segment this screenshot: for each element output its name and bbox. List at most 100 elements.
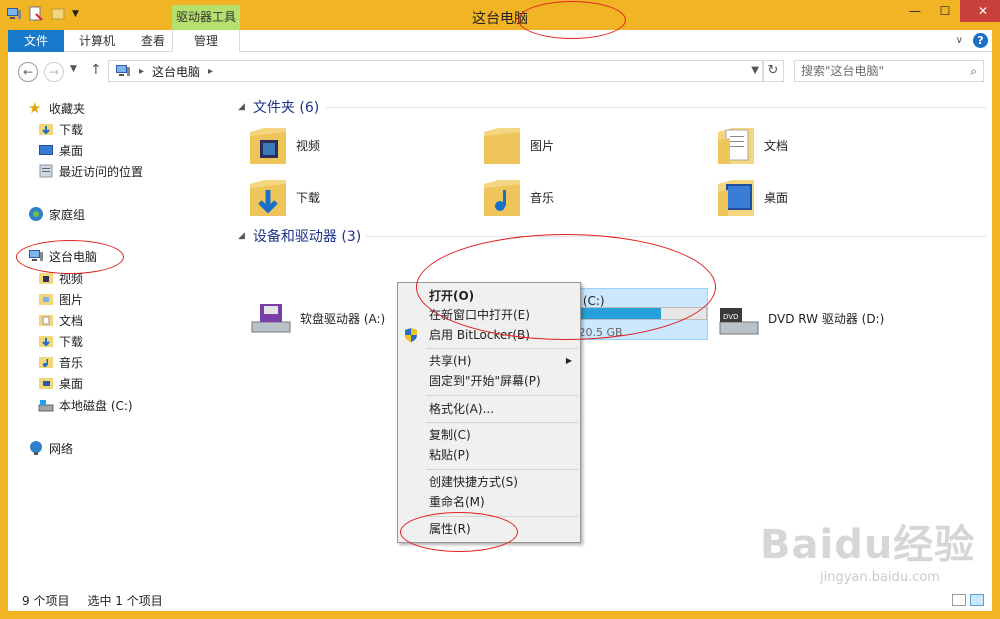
nav-pc-videos[interactable]: 视频: [38, 268, 83, 288]
nav-fav-recent[interactable]: 最近访问的位置: [38, 161, 143, 181]
nav-pc-downloads[interactable]: 下载: [38, 331, 83, 351]
menu-share[interactable]: 共享(H) ▶: [398, 351, 580, 371]
music-folder-icon: [39, 357, 53, 368]
expand-ribbon-chevron-icon[interactable]: ∨: [956, 35, 963, 46]
address-bar[interactable]: ▸ 这台电脑 ▸ ▼: [108, 60, 764, 82]
nav-this-pc[interactable]: 这台电脑: [28, 246, 97, 266]
menu-separator: [426, 422, 578, 423]
nav-network[interactable]: 网络: [28, 438, 73, 458]
folder-videos[interactable]: 视频: [248, 120, 320, 170]
folder-downloads-label: 下载: [296, 190, 321, 205]
drive-d[interactable]: DVD DVD RW 驱动器 (D:): [716, 298, 884, 338]
close-button[interactable]: ✕: [960, 0, 1000, 22]
menu-bitlocker-label: 启用 BitLocker(B): [429, 328, 530, 342]
nav-pc-local-disk[interactable]: 本地磁盘 (C:): [38, 395, 133, 415]
ribbon-right: ∨ ?: [956, 33, 988, 48]
folder-music[interactable]: 音乐: [482, 172, 554, 222]
nav-network-label: 网络: [49, 441, 74, 456]
uac-shield-icon: [405, 328, 417, 342]
computer-icon: [29, 250, 43, 261]
watermark-url: jingyan.baidu.com: [820, 570, 940, 585]
menu-pin-start[interactable]: 固定到"开始"屏幕(P): [398, 371, 580, 391]
nav-homegroup[interactable]: 家庭组: [28, 204, 85, 224]
submenu-arrow-icon: ▶: [565, 356, 572, 365]
up-arrow-icon[interactable]: ↑: [90, 62, 102, 78]
refresh-button[interactable]: ↻: [762, 60, 784, 82]
nav-pc-local-disk-label: 本地磁盘 (C:): [59, 398, 133, 413]
item-count: 9 个项目: [22, 594, 70, 608]
menu-open-new-window[interactable]: 在新窗口中打开(E): [398, 305, 580, 325]
collapse-triangle-icon[interactable]: ◢: [238, 231, 245, 241]
breadcrumb-separator-icon: ▸: [139, 65, 145, 77]
downloads-folder-icon: [250, 180, 286, 216]
nav-pc-documents-label: 文档: [59, 313, 84, 328]
help-icon[interactable]: ?: [973, 33, 988, 48]
nav-homegroup-label: 家庭组: [49, 207, 86, 222]
nav-pc-desktop[interactable]: 桌面: [38, 373, 83, 393]
star-icon: ★: [28, 99, 42, 117]
tab-file[interactable]: 文件: [8, 30, 64, 52]
nav-fav-desktop-label: 桌面: [59, 143, 84, 158]
tab-view[interactable]: 查看: [128, 30, 178, 52]
folder-pictures[interactable]: 图片: [482, 120, 554, 170]
menu-format[interactable]: 格式化(A)...: [398, 399, 580, 419]
group-divider: [366, 236, 986, 237]
pictures-folder-icon: [39, 294, 53, 305]
folders-group-header[interactable]: ◢ 文件夹 (6): [238, 98, 319, 116]
nav-pc-pictures[interactable]: 图片: [38, 289, 83, 309]
homegroup-icon: [29, 207, 43, 221]
folder-desktop-label: 桌面: [764, 190, 789, 205]
selected-count: 选中 1 个项目: [87, 594, 163, 608]
tab-manage[interactable]: 管理: [172, 30, 240, 52]
folders-group-title: 文件夹 (6): [252, 100, 320, 116]
window-controls: — ☐ ✕: [900, 0, 1000, 22]
window-frame: ▼ 驱动器工具 这台电脑 — ☐ ✕ 文件 计算机 查看 管理 ∨ ? ← → …: [0, 0, 1000, 619]
folder-documents[interactable]: 文档: [716, 120, 788, 170]
dvd-drive-icon: DVD: [719, 308, 759, 335]
minimize-button[interactable]: —: [900, 0, 930, 22]
recent-locations-chevron-icon[interactable]: ▼: [70, 64, 77, 74]
nav-favorites-label: 收藏夹: [49, 101, 86, 116]
menu-copy[interactable]: 复制(C): [398, 425, 580, 445]
tab-computer[interactable]: 计算机: [66, 30, 128, 52]
menu-bitlocker[interactable]: 启用 BitLocker(B): [398, 325, 580, 345]
desktop-folder-icon: [39, 378, 53, 389]
title-bar: ▼ 驱动器工具 这台电脑 — ☐ ✕: [0, 0, 1000, 30]
floppy-drive-icon: [251, 304, 291, 333]
nav-pc-pictures-label: 图片: [59, 292, 84, 307]
menu-separator: [426, 516, 578, 517]
collapse-triangle-icon[interactable]: ◢: [238, 102, 245, 112]
menu-separator: [426, 469, 578, 470]
devices-group-header[interactable]: ◢ 设备和驱动器 (3): [238, 227, 361, 245]
videos-folder-icon: [250, 128, 286, 164]
maximize-button[interactable]: ☐: [930, 0, 960, 22]
menu-rename[interactable]: 重命名(M): [398, 492, 580, 512]
ribbon-tabs: 文件 计算机 查看 管理 ∨ ?: [8, 30, 992, 52]
address-dropdown-icon[interactable]: ▼: [751, 65, 759, 76]
folder-videos-label: 视频: [296, 138, 321, 153]
folder-downloads[interactable]: 下载: [248, 172, 320, 222]
menu-properties[interactable]: 属性(R): [398, 519, 580, 539]
nav-favorites[interactable]: ★ 收藏夹: [28, 98, 85, 118]
group-divider: [326, 107, 986, 108]
nav-pc-music[interactable]: 音乐: [38, 352, 83, 372]
nav-fav-downloads[interactable]: 下载: [38, 119, 83, 139]
nav-pc-documents[interactable]: 文档: [38, 310, 83, 330]
baidu-watermark: Baidu经验 jingyan.baidu.com: [760, 512, 990, 602]
nav-fav-downloads-label: 下载: [59, 122, 84, 137]
nav-fav-desktop[interactable]: 桌面: [38, 140, 83, 160]
drive-a[interactable]: 软盘驱动器 (A:): [248, 300, 385, 336]
breadcrumb-this-pc[interactable]: 这台电脑: [152, 63, 200, 80]
menu-open[interactable]: 打开(O): [398, 286, 580, 306]
nav-pc-downloads-label: 下载: [59, 334, 84, 349]
back-button[interactable]: ←: [18, 62, 38, 82]
forward-button[interactable]: →: [44, 62, 64, 82]
menu-separator: [426, 348, 578, 349]
search-input[interactable]: 搜索"这台电脑" ⌕: [794, 60, 984, 82]
search-icon[interactable]: ⌕: [970, 61, 977, 81]
menu-share-label: 共享(H): [429, 354, 472, 368]
menu-paste[interactable]: 粘贴(P): [398, 445, 580, 465]
menu-create-shortcut[interactable]: 创建快捷方式(S): [398, 472, 580, 492]
folder-music-label: 音乐: [530, 190, 555, 205]
folder-desktop[interactable]: 桌面: [716, 172, 788, 222]
